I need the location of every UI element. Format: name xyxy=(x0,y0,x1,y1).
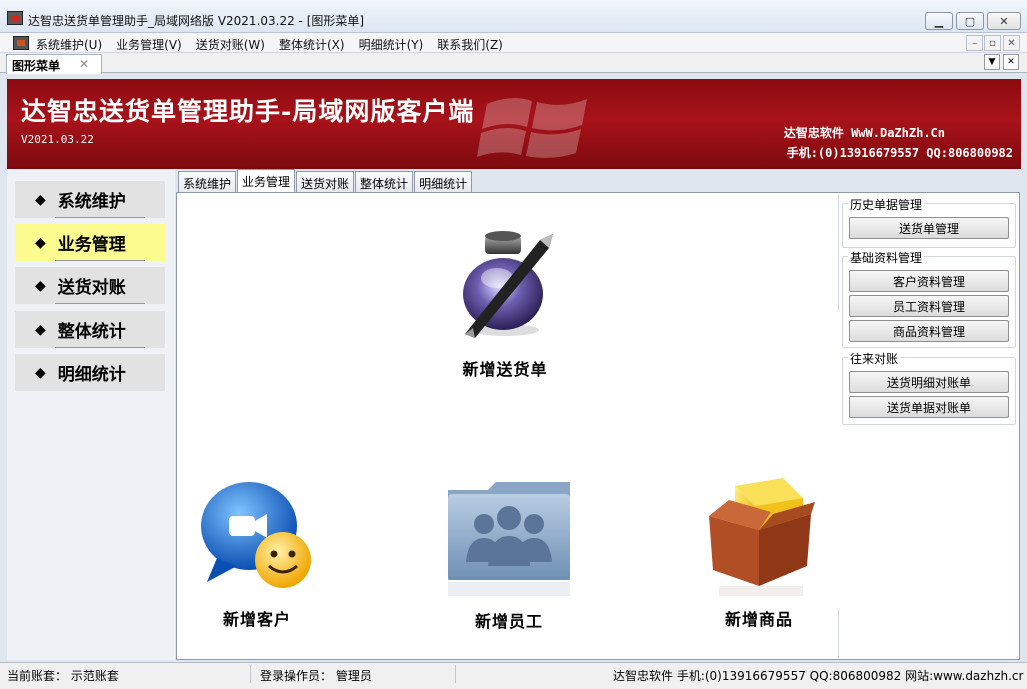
tab-close-icon[interactable]: ✕ xyxy=(1003,54,1019,70)
tab-detail-stats[interactable]: 明细统计 xyxy=(414,171,473,192)
status-contact: 达智忠软件 手机:(0)13916679557 QQ:806800982 网站:… xyxy=(613,669,1024,683)
status-divider xyxy=(455,665,456,683)
menu-reconcile[interactable]: 送货对账(W) xyxy=(196,36,265,53)
menu-detail-stats[interactable]: 明细统计(Y) xyxy=(359,36,424,53)
diamond-icon: ◆ xyxy=(35,321,46,338)
tile-label: 新增送货单 xyxy=(462,360,548,379)
new-product-tile[interactable]: 新增商品 xyxy=(699,474,819,630)
menu-business[interactable]: 业务管理(V) xyxy=(116,36,182,53)
menu-bar: 系统维护(U) 业务管理(V) 送货对账(W) 整体统计(X) 明细统计(Y) … xyxy=(0,33,1027,53)
history-group: 历史单据管理 送货单管理 xyxy=(842,196,1016,248)
video-chat-icon xyxy=(201,482,311,588)
box-icon xyxy=(709,478,815,596)
nav-item-reconcile[interactable]: ◆ 送货对账 xyxy=(15,267,165,304)
ink-pen-icon xyxy=(463,231,553,338)
new-customer-tile[interactable]: 新增客户 xyxy=(197,478,317,630)
mdi-app-icon[interactable] xyxy=(13,36,29,50)
nav-item-system[interactable]: ◆ 系统维护 xyxy=(15,181,165,218)
title-bar: 达智忠送货单管理助手_局域网络版 V2021.03.22 - [图形菜单] ▁ … xyxy=(0,0,1027,33)
right-panel-divider xyxy=(838,195,839,310)
minimize-button[interactable]: ▁ xyxy=(925,12,953,30)
nav-item-label: 整体统计 xyxy=(57,322,126,342)
basic-data-group: 基础资料管理 客户资料管理 员工资料管理 商品资料管理 xyxy=(842,249,1016,348)
mdi-minimize-button[interactable]: – xyxy=(966,35,983,51)
left-nav: ◆ 系统维护 ◆ 业务管理 ◆ 送货对账 ◆ 整体统计 ◆ 明细统计 xyxy=(7,169,175,660)
diamond-icon: ◆ xyxy=(35,234,46,251)
users-folder-icon xyxy=(448,482,570,596)
delivery-detail-statement-button[interactable]: 送货明细对账单 xyxy=(849,371,1009,393)
accounts-group-title: 往来对账 xyxy=(848,350,901,367)
doc-tab-graphic-menu[interactable]: 图形菜单 ✕ xyxy=(6,54,102,74)
diamond-icon: ◆ xyxy=(35,277,46,294)
tile-label: 新增员工 xyxy=(474,612,543,631)
delivery-doc-statement-button[interactable]: 送货单据对账单 xyxy=(849,396,1009,418)
nav-divider xyxy=(55,217,145,218)
accounts-group: 往来对账 送货明细对账单 送货单据对账单 xyxy=(842,350,1016,425)
menu-overall-stats[interactable]: 整体统计(X) xyxy=(279,36,345,53)
nav-divider xyxy=(55,260,145,261)
nav-item-overall-stats[interactable]: ◆ 整体统计 xyxy=(15,311,165,348)
right-panel-divider xyxy=(838,610,839,658)
nav-item-label: 送货对账 xyxy=(57,278,126,298)
diamond-icon: ◆ xyxy=(35,364,46,381)
menu-items: 系统维护(U) 业务管理(V) 送货对账(W) 整体统计(X) 明细统计(Y) … xyxy=(36,36,503,53)
menu-system[interactable]: 系统维护(U) xyxy=(36,36,102,53)
nav-item-label: 系统维护 xyxy=(57,192,126,212)
history-group-title: 历史单据管理 xyxy=(848,196,925,213)
banner-version: V2021.03.22 xyxy=(21,133,94,146)
window-title: 达智忠送货单管理助手_局域网络版 V2021.03.22 - [图形菜单] xyxy=(28,14,365,28)
nav-item-detail-stats[interactable]: ◆ 明细统计 xyxy=(15,354,165,391)
nav-item-business[interactable]: ◆ 业务管理 xyxy=(15,224,165,261)
content-tabs: 系统维护 业务管理 送货对账 整体统计 明细统计 xyxy=(178,169,473,192)
tile-label: 新增商品 xyxy=(724,610,793,629)
nav-item-label: 明细统计 xyxy=(57,365,126,385)
status-bar: 当前账套： 示范账套 登录操作员： 管理员 达智忠软件 手机:(0)139166… xyxy=(0,662,1027,689)
document-tab-strip: 图形菜单 ✕ xyxy=(0,53,1027,74)
mdi-close-button[interactable]: ✕ xyxy=(1003,35,1020,51)
tile-label: 新增客户 xyxy=(222,610,291,629)
tab-reconcile[interactable]: 送货对账 xyxy=(296,171,355,192)
customer-data-button[interactable]: 客户资料管理 xyxy=(849,270,1009,292)
tab-business[interactable]: 业务管理 xyxy=(237,169,296,192)
doc-tab-close-icon[interactable]: ✕ xyxy=(79,57,89,71)
app-icon xyxy=(7,11,23,25)
banner-phone: 手机:(0)13916679557 QQ:806800982 xyxy=(786,146,1013,160)
mdi-restore-button[interactable]: ▫ xyxy=(984,35,1001,51)
employee-data-button[interactable]: 员工资料管理 xyxy=(849,295,1009,317)
status-divider xyxy=(250,665,251,683)
banner-company: 达智忠软件 WwW.DaZhZh.Cn xyxy=(783,126,945,140)
basic-data-group-title: 基础资料管理 xyxy=(848,249,925,266)
tab-list-dropdown-icon[interactable]: ▼ xyxy=(984,54,1000,70)
product-data-button[interactable]: 商品资料管理 xyxy=(849,320,1009,342)
menu-contact[interactable]: 联系我们(Z) xyxy=(437,36,503,53)
close-button[interactable]: ✕ xyxy=(987,12,1021,30)
maximize-button[interactable]: ▢ xyxy=(956,12,984,30)
nav-divider xyxy=(55,347,145,348)
new-employee-tile[interactable]: 新增员工 xyxy=(444,476,574,632)
delivery-note-manage-button[interactable]: 送货单管理 xyxy=(849,217,1009,239)
nav-divider xyxy=(55,303,145,304)
status-operator: 登录操作员： 管理员 xyxy=(260,669,372,683)
doc-tab-label: 图形菜单 xyxy=(12,59,61,73)
header-banner: 达智忠送货单管理助手-局域网版客户端 V2021.03.22 达智忠软件 WwW… xyxy=(7,79,1021,169)
tab-overall-stats[interactable]: 整体统计 xyxy=(355,171,414,192)
windows-logo-decoration xyxy=(477,98,587,158)
tab-system[interactable]: 系统维护 xyxy=(178,171,237,192)
banner-title: 达智忠送货单管理助手-局域网版客户端 xyxy=(21,97,475,126)
nav-item-label: 业务管理 xyxy=(57,235,126,255)
new-delivery-tile[interactable]: 新增送货单 xyxy=(445,222,565,380)
status-account: 当前账套： 示范账套 xyxy=(7,669,119,683)
diamond-icon: ◆ xyxy=(35,191,46,208)
